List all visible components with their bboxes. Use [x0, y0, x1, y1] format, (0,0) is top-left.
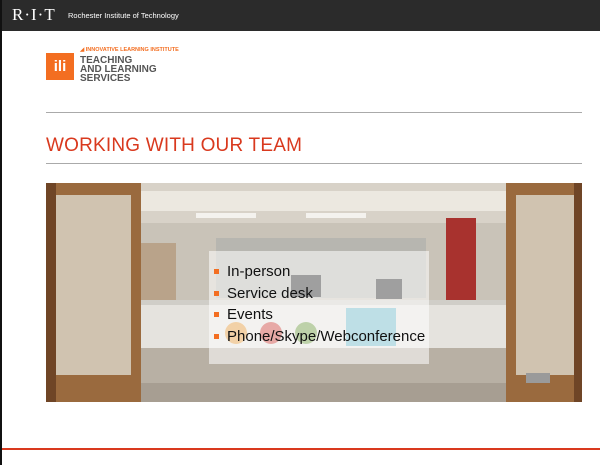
office-photo: In-person Service desk Events Phone/Skyp…: [46, 183, 582, 402]
list-item: In-person: [214, 261, 425, 283]
bullet-list: In-person Service desk Events Phone/Skyp…: [214, 261, 425, 347]
bullet-square-icon: [214, 333, 219, 339]
bullet-text: Phone/Skype/Webconference: [227, 327, 426, 345]
rit-logo: R·I·T: [12, 5, 56, 24]
top-bar: R·I·T Rochester Institute of Technology: [2, 0, 600, 31]
institution-name: Rochester Institute of Technology: [68, 11, 179, 20]
ili-logo-icon: ili: [46, 53, 74, 80]
list-item: Service desk: [214, 283, 425, 305]
list-item: Events: [214, 304, 425, 326]
bullet-text: Events: [227, 306, 273, 323]
bullet-square-icon: [214, 290, 219, 296]
slide: R·I·T Rochester Institute of Technology …: [0, 0, 600, 465]
slide-title: WORKING WITH OUR TEAM: [46, 135, 303, 156]
bullet-text: Service desk: [227, 284, 313, 302]
bullet-square-icon: [214, 312, 219, 317]
brand-line-3: SERVICES: [80, 73, 131, 84]
brand-name: TEACHING AND LEARNING SERVICES: [80, 56, 157, 84]
list-item: Phone/Skype/Webconference: [214, 326, 425, 348]
divider-top: [46, 112, 582, 113]
bullet-square-icon: [214, 269, 219, 274]
divider-under-title: [46, 163, 582, 164]
bullet-text: In-person: [227, 263, 291, 280]
bottom-accent-line: [2, 448, 600, 450]
brand-tagline: ◢ INNOVATIVE LEARNING INSTITUTE: [80, 47, 179, 53]
